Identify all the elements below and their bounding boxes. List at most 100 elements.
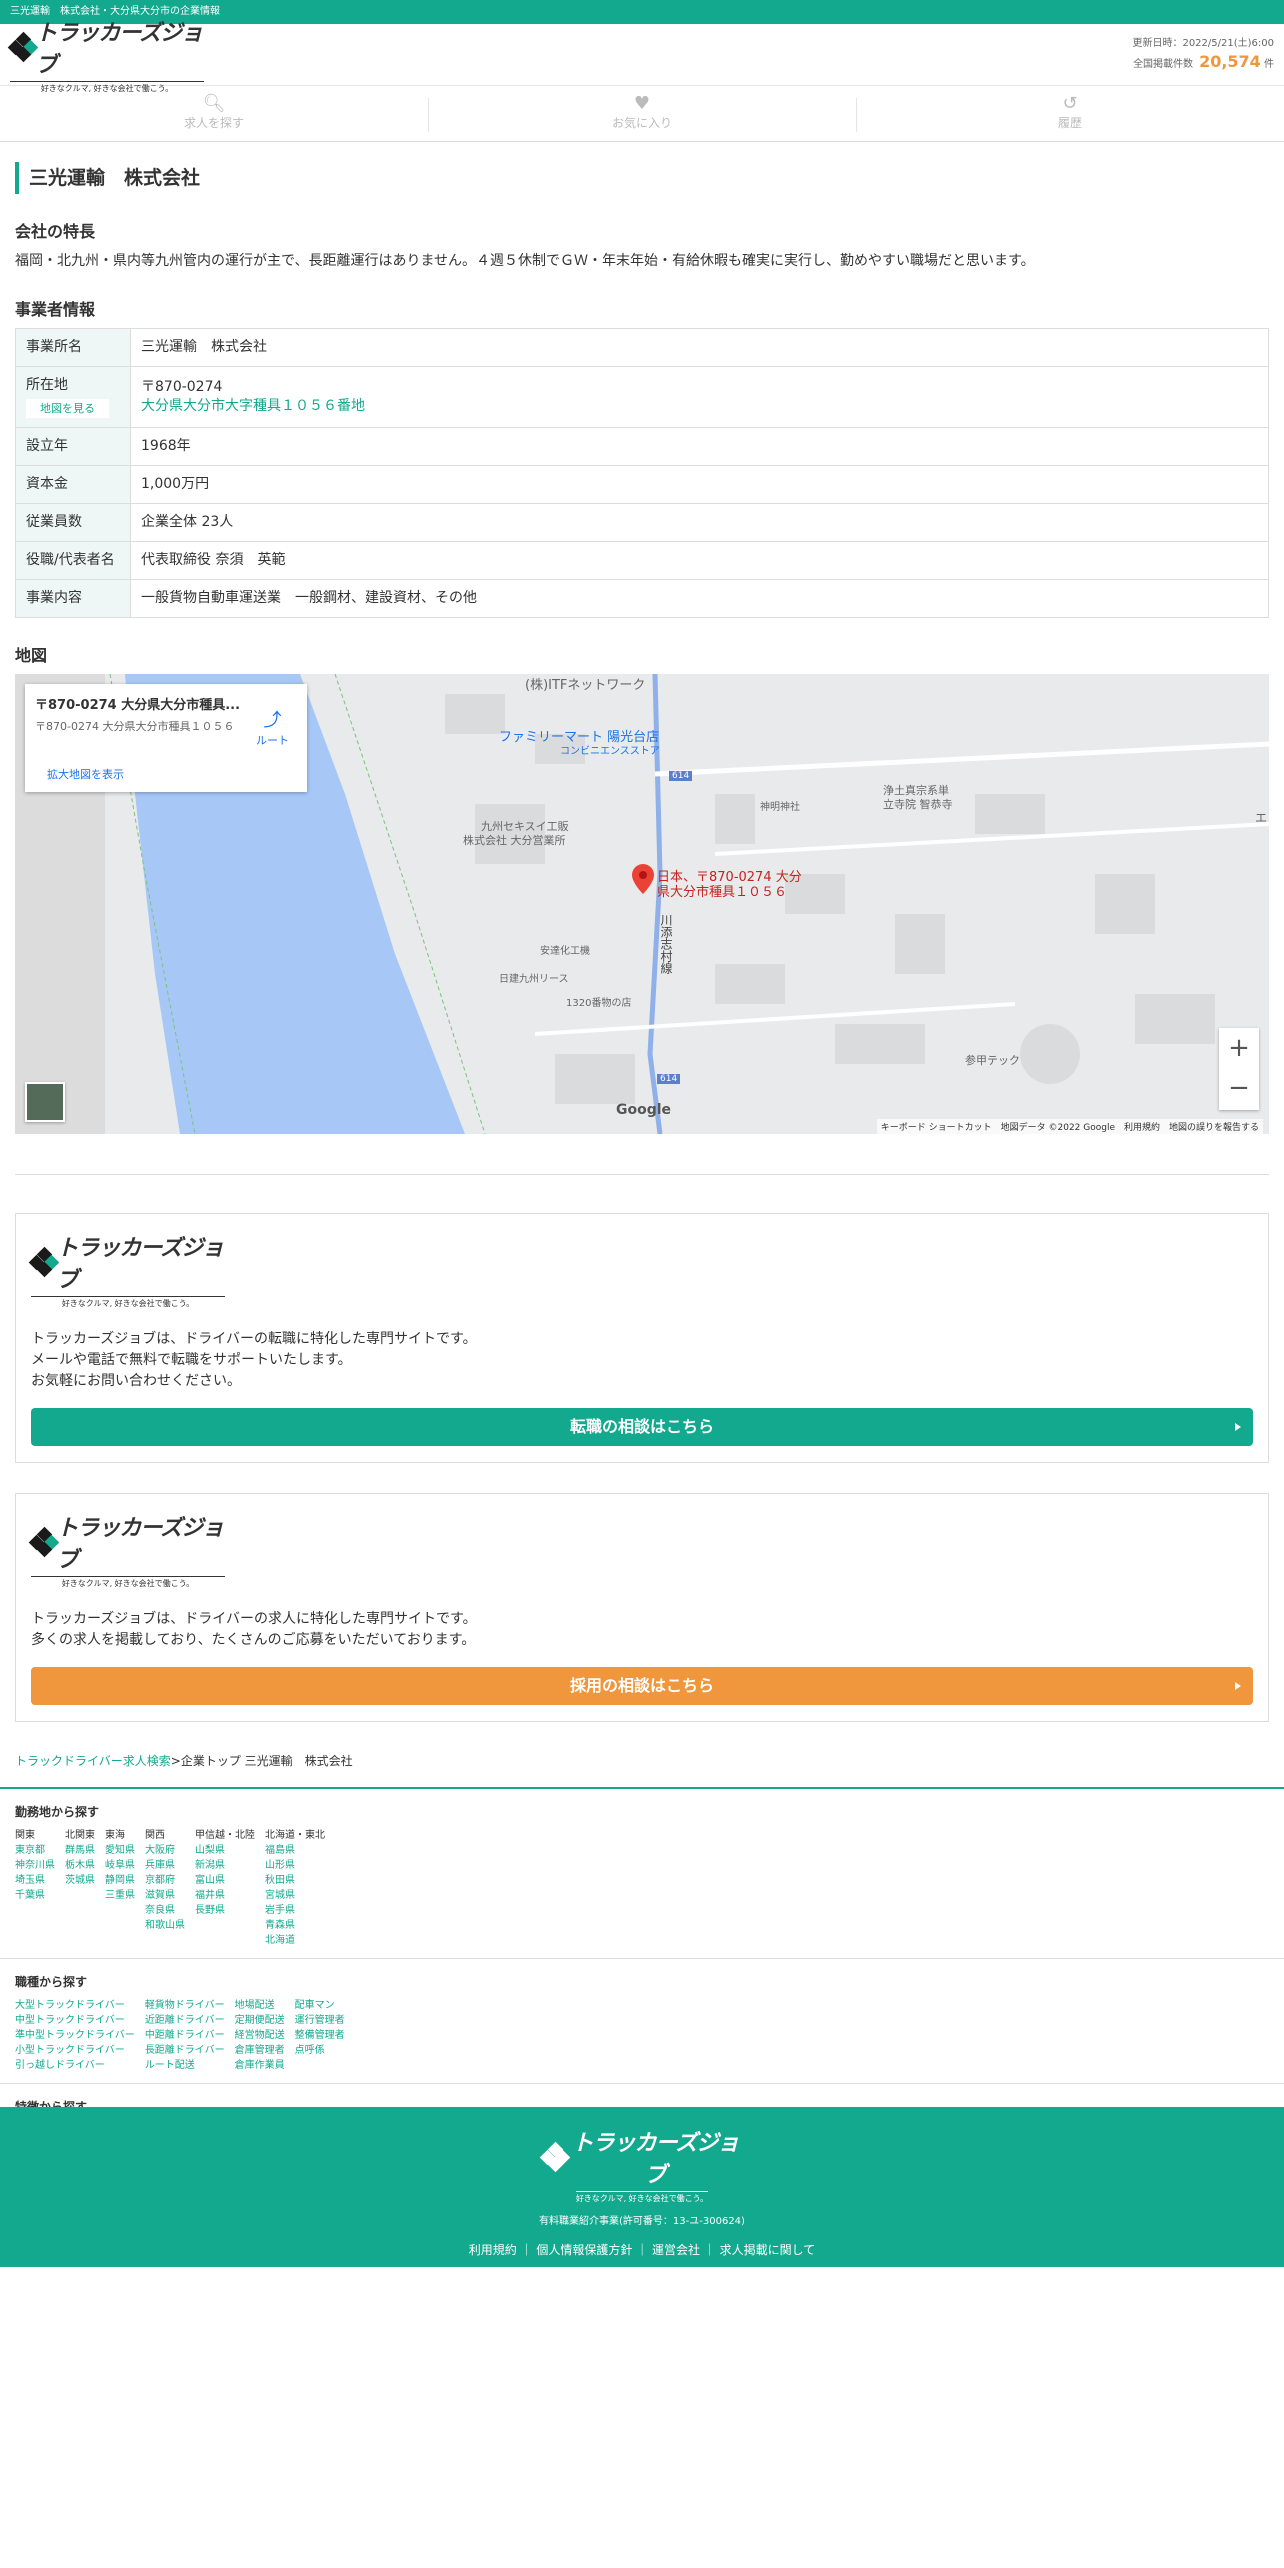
search-link[interactable]: 青森県 — [265, 1918, 325, 1933]
logo-text: トラッカーズジョブ — [571, 2131, 740, 2188]
search-link[interactable]: 北海道 — [265, 1933, 325, 1948]
map-label: 安達化工機 — [540, 946, 590, 957]
search-link[interactable]: 点呼係 — [295, 2043, 345, 2058]
search-link[interactable]: 兵庫県 — [145, 1858, 185, 1873]
search-link[interactable]: ルート配送 — [145, 2058, 225, 2073]
map-info-window: 〒870-0274 大分県大分市種具... 〒870-0274 大分県大分市種具… — [25, 684, 307, 792]
google-map[interactable]: (株)ITFネットワーク ファミリーマート 陽光台店 コンビニエンスストア 浄土… — [15, 674, 1269, 1134]
link-column: 関東 東京都 神奈川県 埼玉県 千葉県 — [15, 1828, 55, 1948]
search-link[interactable]: 経営物配送 — [235, 2028, 285, 2043]
route-badge: 614 — [669, 771, 693, 781]
link-column: 東海 愛知県 岐阜県 静岡県 三重県 — [105, 1828, 135, 1948]
route-badge: 614 — [657, 1074, 681, 1084]
hiring-consult-button[interactable]: 採用の相談はこちら — [31, 1667, 1253, 1705]
search-link[interactable]: 千葉県 — [15, 1888, 55, 1903]
promo-logo: トラッカーズジョブ 好きなクルマ, 好きな会社で働こう。 — [28, 1230, 225, 1309]
directions-icon: ⤴ — [263, 710, 282, 731]
link-column: 甲信越・北陸 山梨県 新潟県 富山県 福井県 長野県 — [195, 1828, 255, 1948]
zoom-in-button[interactable]: + — [1219, 1028, 1259, 1068]
main-nav: 🔍︎ 求人を探す ♥ お気に入り ↺ 履歴 — [0, 86, 1284, 142]
count-unit: 件 — [1264, 59, 1274, 70]
search-link[interactable]: 準中型トラックドライバー — [15, 2028, 135, 2043]
link-column: 軽貨物ドライバー 近距離ドライバー 中距離ドライバー 長距離ドライバー ルート配送 — [145, 1998, 225, 2073]
search-link[interactable]: 奈良県 — [145, 1903, 185, 1918]
logo-tagline: 好きなクルマ, 好きな会社で働こう。 — [31, 1296, 225, 1309]
company-info-table: 事業所名 三光運輸 株式会社 所在地 地図を見る 〒870-0274 大分県大分市大字種… — [15, 328, 1269, 618]
search-link[interactable]: 秋田県 — [265, 1873, 325, 1888]
search-link[interactable]: 大型トラックドライバー — [15, 1998, 135, 2013]
logo-diamond-icon — [28, 1246, 60, 1278]
enlarge-map-link[interactable]: 拡大地図を表示 — [47, 766, 124, 782]
logo-diamond-icon — [539, 2141, 571, 2173]
search-link[interactable]: 岩手県 — [265, 1903, 325, 1918]
search-link[interactable]: 中距離ドライバー — [145, 2028, 225, 2043]
nav-history[interactable]: ↺ 履歴 — [856, 86, 1284, 141]
search-link[interactable]: 倉庫管理者 — [235, 2043, 285, 2058]
search-link[interactable]: 大阪府 — [145, 1843, 185, 1858]
map-pin-icon[interactable] — [632, 864, 654, 894]
search-link[interactable]: 山形県 — [265, 1858, 325, 1873]
map-label: コンビニエンスストア — [560, 746, 660, 757]
search-link[interactable]: 倉庫作業員 — [235, 2058, 285, 2073]
view-map-button[interactable]: 地図を見る — [26, 399, 109, 418]
search-link[interactable]: 埼玉県 — [15, 1873, 55, 1888]
nav-favorites[interactable]: ♥ お気に入り — [428, 86, 856, 141]
breadcrumb: トラックドライバー求人検索>企業トップ 三光運輸 株式会社 — [0, 1752, 1284, 1789]
nav-label: 履歴 — [1057, 116, 1082, 130]
site-logo[interactable]: トラッカーズジョブ 好きなクルマ, 好きな会社で働こう。 — [7, 15, 204, 94]
search-link[interactable]: 長野県 — [195, 1903, 255, 1918]
search-link[interactable]: 宮城県 — [265, 1888, 325, 1903]
search-link[interactable]: 和歌山県 — [145, 1918, 185, 1933]
search-link[interactable]: 福島県 — [265, 1843, 325, 1858]
search-link[interactable]: 神奈川県 — [15, 1858, 55, 1873]
row-key: 所在地 — [26, 377, 68, 393]
link-column: 配車マン 運行管理者 整備管理者 点呼係 — [295, 1998, 345, 2073]
address-link[interactable]: 大分県大分市大字種具１０５６番地 — [141, 398, 365, 414]
search-link[interactable]: 中型トラックドライバー — [15, 2013, 135, 2028]
route-button[interactable]: ⤴ ルート — [256, 706, 289, 748]
search-link[interactable]: 長距離ドライバー — [145, 2043, 225, 2058]
map-footer[interactable]: キーボード ショートカット 地図データ ©2022 Google 利用規約 地図… — [876, 1119, 1263, 1134]
job-columns: 大型トラックドライバー 中型トラックドライバー 準中型トラックドライバー 小型トラック… — [15, 1998, 1269, 2073]
search-link[interactable]: 引っ越しドライバー — [15, 2058, 135, 2073]
zoom-out-button[interactable]: − — [1219, 1068, 1259, 1108]
row-key: 従業員数 — [15, 503, 131, 542]
footer-links[interactable]: 利用規約 ｜ 個人情報保護方針 ｜ 運営会社 ｜ 求人掲載に関して — [0, 2241, 1284, 2258]
search-icon: 🔍︎ — [202, 93, 226, 114]
link-column: 北海道・東北 福島県 山形県 秋田県 宮城県 岩手県 青森県 北海道 — [265, 1828, 325, 1948]
search-link[interactable]: 配車マン — [295, 1998, 345, 2013]
map-heading: 地図 — [15, 646, 48, 665]
search-link[interactable]: 岐阜県 — [105, 1858, 135, 1873]
search-link[interactable]: 近距離ドライバー — [145, 2013, 225, 2028]
career-consult-button[interactable]: 転職の相談はこちら — [31, 1408, 1253, 1446]
search-link[interactable]: 愛知県 — [105, 1843, 135, 1858]
search-link[interactable]: 新潟県 — [195, 1858, 255, 1873]
search-link[interactable]: 整備管理者 — [295, 2028, 345, 2043]
search-link[interactable]: 山梨県 — [195, 1843, 255, 1858]
search-link[interactable]: 栃木県 — [65, 1858, 95, 1873]
satellite-toggle[interactable] — [25, 1082, 65, 1122]
search-link[interactable]: 地場配送 — [235, 1998, 285, 2013]
search-link[interactable]: 富山県 — [195, 1873, 255, 1888]
search-link[interactable]: 三重県 — [105, 1888, 135, 1903]
search-link[interactable]: 軽貨物ドライバー — [145, 1998, 225, 2013]
promo-line: メールや電話で無料で転職をサポートいたします。 — [31, 1352, 352, 1368]
search-link[interactable]: 茨城県 — [65, 1873, 95, 1888]
search-link[interactable]: 群馬県 — [65, 1843, 95, 1858]
search-link[interactable]: 福井県 — [195, 1888, 255, 1903]
search-link[interactable]: 小型トラックドライバー — [15, 2043, 135, 2058]
search-link[interactable]: 東京都 — [15, 1843, 55, 1858]
page-title: 三光運輸 株式会社 — [15, 162, 1269, 194]
logo-diamond-icon — [28, 1526, 60, 1558]
search-link[interactable]: 運行管理者 — [295, 2013, 345, 2028]
table-row: 事業内容 一般貨物自動車運送業 一般鋼材、建設資材、その他 — [15, 579, 1269, 618]
search-link[interactable]: 静岡県 — [105, 1873, 135, 1888]
search-link[interactable]: 滋賀県 — [145, 1888, 185, 1903]
breadcrumb-link[interactable]: トラックドライバー求人検索 — [15, 1754, 171, 1768]
footer-logo[interactable]: トラッカーズジョブ 好きなクルマ, 好きな会社で働こう。 — [539, 2125, 742, 2204]
search-link[interactable]: 京都府 — [145, 1873, 185, 1888]
job-search: 職種から探す 大型トラックドライバー 中型トラックドライバー 準中型トラックドライバ… — [0, 1959, 1284, 2084]
row-key: 事業内容 — [15, 579, 131, 618]
nav-search[interactable]: 🔍︎ 求人を探す — [0, 86, 428, 141]
search-link[interactable]: 定期便配送 — [235, 2013, 285, 2028]
